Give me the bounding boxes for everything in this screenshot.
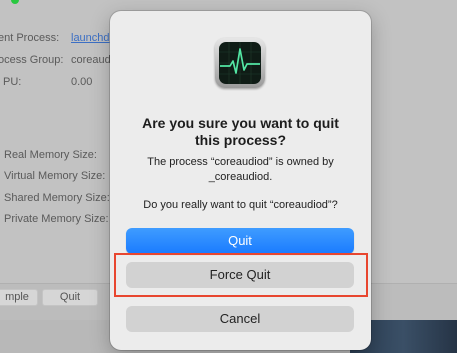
dialog-message: The process “coreaudiod” is owned by _co… xyxy=(110,155,371,185)
dialog-title-line-1: Are you sure you want to quit xyxy=(142,115,339,131)
force-quit-highlight-box xyxy=(114,253,368,297)
activity-monitor-icon xyxy=(215,38,265,88)
real-memory-label: Real Memory Size: xyxy=(4,149,97,161)
parent-process-label: ent Process: xyxy=(0,32,60,44)
quit-button[interactable]: Quit xyxy=(126,228,354,254)
zoom-window-button[interactable] xyxy=(11,0,19,4)
private-memory-label: Private Memory Size: xyxy=(4,213,109,225)
dialog-title-line-2: this process? xyxy=(194,132,287,148)
parent-process-link[interactable]: launchd xyxy=(71,32,110,44)
dialog-message-line-2: _coreaudiod. xyxy=(208,171,273,183)
process-group-label: ocess Group: xyxy=(0,54,64,66)
dialog-question: Do you really want to quit “coreaudiod”? xyxy=(143,199,338,211)
background-quit-button[interactable]: Quit xyxy=(42,289,98,306)
shared-memory-label: Shared Memory Size: xyxy=(4,192,110,204)
quit-process-dialog: Are you sure you want to quit this proce… xyxy=(110,11,371,350)
dialog-message-line-1: The process “coreaudiod” is owned by xyxy=(147,156,334,168)
dialog-title: Are you sure you want to quit this proce… xyxy=(110,115,371,149)
virtual-memory-label: Virtual Memory Size: xyxy=(4,170,106,182)
cpu-label: PU: xyxy=(3,76,22,88)
cancel-button[interactable]: Cancel xyxy=(126,306,354,332)
sample-button[interactable]: mple xyxy=(0,289,38,306)
cpu-value: 0.00 xyxy=(71,76,93,88)
